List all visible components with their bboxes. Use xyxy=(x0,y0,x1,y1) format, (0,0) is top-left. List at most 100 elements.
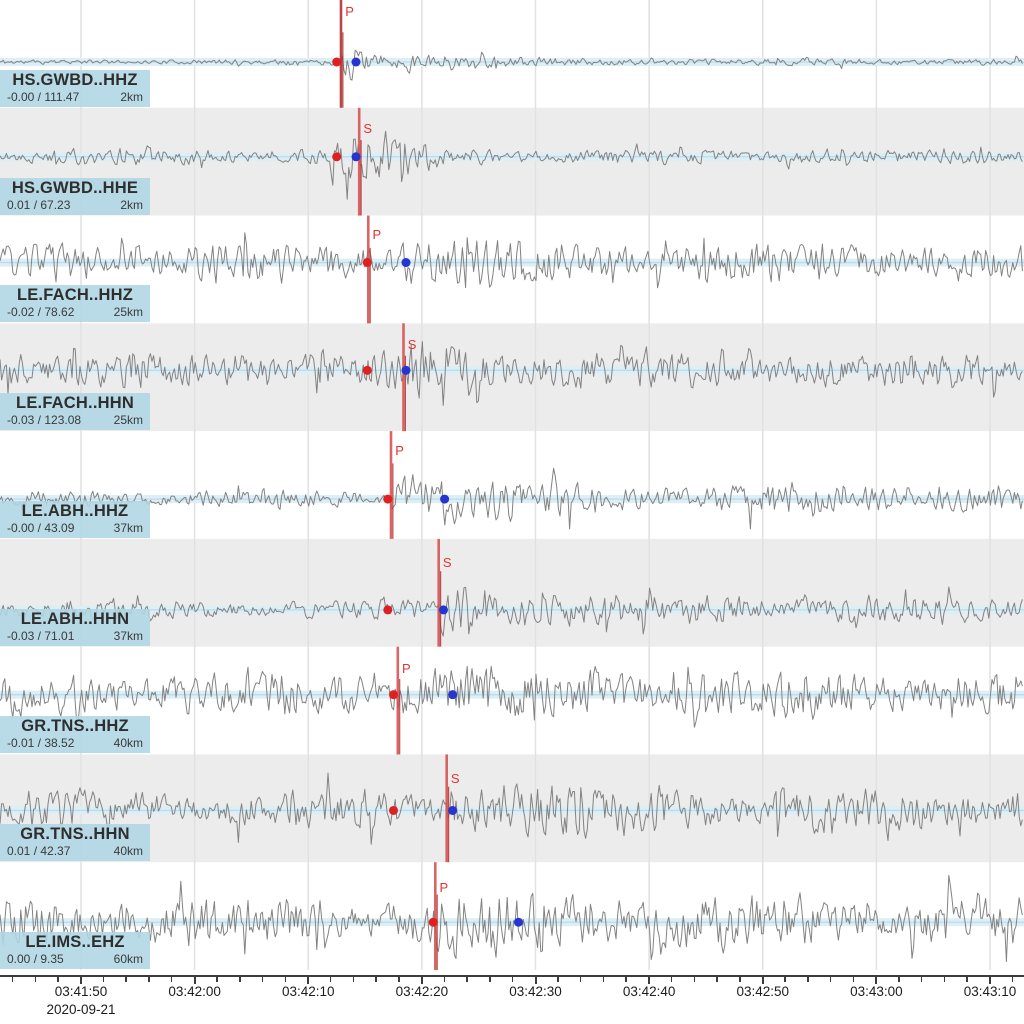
trace-label-box[interactable]: HS.GWBD..HHE0.01 / 67.232km xyxy=(0,178,150,215)
trace-station-label: LE.FACH..HHZ xyxy=(0,286,150,305)
major-tick xyxy=(648,977,650,984)
time-tick-label: 03:43:10 xyxy=(964,984,1017,999)
major-tick xyxy=(762,977,764,984)
trace-minmax-label: -0.02 / 78.62 xyxy=(7,305,74,320)
trace-minmax-label: -0.00 / 43.09 xyxy=(7,521,74,536)
major-tick xyxy=(194,977,196,984)
minor-tick xyxy=(966,977,968,982)
major-tick xyxy=(875,977,877,984)
trace-station-label: LE.IMS..EHZ xyxy=(0,933,150,952)
trace-station-label: HS.GWBD..HHE xyxy=(0,179,150,198)
trace-stats-row: 0.01 / 42.37 40km xyxy=(0,844,150,859)
phase-pick-label: P xyxy=(372,228,381,242)
phase-pick-label: P xyxy=(402,662,411,676)
time-axis: 2020-09-21 03:41:5003:42:0003:42:1003:42… xyxy=(0,970,1024,1024)
trace-minmax-label: 0.00 / 9.35 xyxy=(7,952,64,967)
minor-tick xyxy=(285,977,287,982)
minor-tick xyxy=(353,977,355,982)
minor-tick xyxy=(466,977,468,982)
trace-label-box[interactable]: HS.GWBD..HHZ-0.00 / 111.47 2km xyxy=(0,70,150,107)
minor-tick xyxy=(898,977,900,982)
minor-tick xyxy=(398,977,400,982)
minor-tick xyxy=(239,977,241,982)
minor-tick xyxy=(103,977,105,982)
trace-stats-row: -0.01 / 38.52 40km xyxy=(0,736,150,751)
trace-stats-row: -0.03 / 123.08 25km xyxy=(0,413,150,428)
time-tick-label: 03:42:50 xyxy=(736,984,789,999)
trace-distance-label: 60km xyxy=(114,952,143,967)
trace-distance-label: 40km xyxy=(114,736,143,751)
trace-minmax-label: -0.00 / 111.47 xyxy=(7,90,79,105)
time-tick-label: 03:42:10 xyxy=(282,984,335,999)
trace-station-label: LE.ABH..HHN xyxy=(0,610,150,629)
major-tick xyxy=(80,977,82,984)
date-label: 2020-09-21 xyxy=(46,1002,115,1017)
phase-pick-label: P xyxy=(395,444,404,458)
phase-pick-label: P xyxy=(440,881,449,895)
minor-tick xyxy=(807,977,809,982)
minor-tick xyxy=(375,977,377,982)
minor-tick xyxy=(739,977,741,982)
minor-tick xyxy=(171,977,173,982)
minor-tick xyxy=(57,977,59,982)
major-tick xyxy=(307,977,309,984)
minor-tick xyxy=(148,977,150,982)
trace-distance-label: 25km xyxy=(114,305,143,320)
time-tick-label: 03:43:00 xyxy=(850,984,903,999)
trace-stats-row: -0.00 / 111.47 2km xyxy=(0,90,150,105)
trace-station-label: HS.GWBD..HHZ xyxy=(0,71,150,90)
seismogram-viewer: P HS.GWBD..HHZ-0.00 / 111.47 2km S HS.GWBD..… xyxy=(0,0,1024,1024)
time-tick-label: 03:42:00 xyxy=(168,984,221,999)
phase-pick-label: S xyxy=(408,338,417,352)
time-tick-label: 03:42:30 xyxy=(509,984,562,999)
phase-pick-label: S xyxy=(443,556,452,570)
trace-label-box[interactable]: LE.FACH..HHN-0.03 / 123.08 25km xyxy=(0,393,150,430)
trace-distance-label: 2km xyxy=(120,90,143,105)
phase-pick-label: S xyxy=(363,122,372,136)
minor-tick xyxy=(489,977,491,982)
minor-tick xyxy=(557,977,559,982)
major-tick xyxy=(535,977,537,984)
trace-distance-label: 37km xyxy=(114,521,143,536)
trace-distance-label: 40km xyxy=(114,844,143,859)
trace-minmax-label: -0.03 / 123.08 xyxy=(7,413,81,428)
minor-tick xyxy=(921,977,923,982)
trace-label-box[interactable]: LE.IMS..EHZ0.00 / 9.35 60km xyxy=(0,932,150,969)
minor-tick xyxy=(512,977,514,982)
minor-tick xyxy=(830,977,832,982)
minor-tick xyxy=(671,977,673,982)
trace-label-box[interactable]: GR.TNS..HHZ-0.01 / 38.52 40km xyxy=(0,716,150,753)
phase-pick-label: S xyxy=(451,772,460,786)
minor-tick xyxy=(603,977,605,982)
trace-minmax-label: -0.01 / 38.52 xyxy=(7,736,74,751)
time-tick-label: 03:42:20 xyxy=(396,984,449,999)
minor-tick xyxy=(12,977,14,982)
minor-tick xyxy=(125,977,127,982)
trace-distance-label: 25km xyxy=(114,413,143,428)
trace-distance-label: 37km xyxy=(114,629,143,644)
minor-tick xyxy=(784,977,786,982)
trace-station-label: GR.TNS..HHZ xyxy=(0,717,150,736)
trace-minmax-label: 0.01 / 42.37 xyxy=(7,844,70,859)
trace-labels-layer: P HS.GWBD..HHZ-0.00 / 111.47 2km S HS.GWBD..… xyxy=(0,0,1024,970)
trace-label-box[interactable]: LE.ABH..HHN-0.03 / 71.0137km xyxy=(0,609,150,646)
trace-label-box[interactable]: LE.FACH..HHZ-0.02 / 78.62 25km xyxy=(0,285,150,322)
trace-stats-row: -0.02 / 78.62 25km xyxy=(0,305,150,320)
minor-tick xyxy=(853,977,855,982)
minor-tick xyxy=(330,977,332,982)
minor-tick xyxy=(716,977,718,982)
trace-minmax-label: 0.01 / 67.23 xyxy=(7,198,70,213)
trace-label-box[interactable]: GR.TNS..HHN0.01 / 42.37 40km xyxy=(0,824,150,861)
trace-stats-row: 0.01 / 67.232km xyxy=(0,198,150,213)
minor-tick xyxy=(625,977,627,982)
minor-tick xyxy=(944,977,946,982)
minor-tick xyxy=(35,977,37,982)
minor-tick xyxy=(580,977,582,982)
trace-label-box[interactable]: LE.ABH..HHZ-0.00 / 43.0937km xyxy=(0,501,150,538)
trace-station-label: LE.FACH..HHN xyxy=(0,394,150,413)
minor-tick xyxy=(1012,977,1014,982)
phase-pick-label: P xyxy=(345,5,354,19)
minor-tick xyxy=(444,977,446,982)
trace-stats-row: 0.00 / 9.35 60km xyxy=(0,952,150,967)
trace-station-label: GR.TNS..HHN xyxy=(0,825,150,844)
